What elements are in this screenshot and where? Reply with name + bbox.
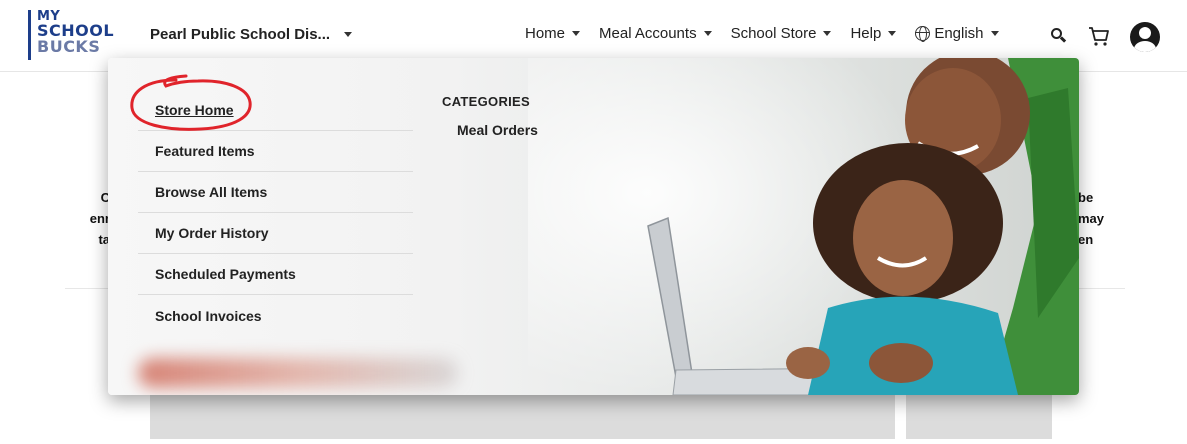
nav-meal-accounts[interactable]: Meal Accounts [599,25,712,42]
menu-school-invoices-label: School Invoices [155,307,262,324]
nav-help[interactable]: Help [850,25,897,42]
background-text-line: be [1078,190,1094,205]
chevron-down-icon [823,31,832,36]
logo-line-2: SCHOOL [37,21,115,40]
background-card [906,395,1052,439]
menu-featured-items-label: Featured Items [155,143,255,159]
nav-home[interactable]: Home [525,25,581,42]
background-text-line: en [1078,232,1094,247]
search-icon[interactable] [1051,28,1067,44]
district-selector[interactable]: Pearl Public School Dis... [150,26,353,43]
nav-school-store-label: School Store [730,25,817,42]
chevron-down-icon [344,32,353,37]
nav-help-label: Help [850,25,882,42]
category-meal-orders[interactable]: Meal Orders [457,122,538,138]
menu-scheduled-payments-label: Scheduled Payments [155,266,296,282]
store-menu: Store Home Featured Items Browse All Ite… [138,90,413,336]
nav-home-label: Home [525,25,566,42]
logo-line-3: BUCKS [37,37,101,56]
menu-browse-all-items-label: Browse All Items [155,184,268,200]
background-text-line: C [100,190,110,205]
background-card [150,395,895,439]
background-text-right: be may en [1078,187,1128,250]
logo-bar [28,10,31,60]
chevron-down-icon [572,31,581,36]
background-text-line: may [1078,211,1105,226]
nav-meal-accounts-label: Meal Accounts [599,25,697,42]
chevron-down-icon [888,31,897,36]
language-label: English [934,25,984,42]
menu-featured-items[interactable]: Featured Items [138,131,413,172]
menu-store-home[interactable]: Store Home [138,90,413,131]
background-text-line: ta [98,232,110,247]
categories-panel: CATEGORIES Meal Orders [442,94,538,138]
chevron-down-icon [990,31,999,36]
nav-school-store[interactable]: School Store [731,25,832,42]
cart-icon-svg [1089,27,1109,46]
menu-browse-all-items[interactable]: Browse All Items [138,172,413,213]
categories-title: CATEGORIES [442,94,530,109]
user-icon-body [1134,41,1156,52]
user-icon[interactable] [1130,22,1160,52]
school-store-dropdown: Store Home Featured Items Browse All Ite… [108,58,1079,395]
menu-school-invoices[interactable]: School Invoices [138,295,413,336]
district-label: Pearl Public School Dis... [150,26,331,43]
decorative-blur [138,358,458,388]
menu-my-order-history[interactable]: My Order History [138,213,413,254]
user-icon-head [1139,27,1151,39]
chevron-down-icon [703,31,712,36]
background-text-left: C enr ta [82,187,110,250]
cart-icon[interactable] [1088,25,1110,47]
language-selector[interactable]: English [915,25,999,42]
main-nav: Home Meal Accounts School Store Help Eng… [525,25,1018,42]
search-icon-handle [1059,36,1067,43]
myschoolbucks-logo[interactable]: MY SCHOOL BUCKS [28,10,128,62]
globe-icon [915,26,931,42]
menu-scheduled-payments[interactable]: Scheduled Payments [138,254,413,295]
menu-my-order-history-label: My Order History [155,225,269,241]
background-text-line: enr [89,211,110,226]
menu-store-home-label: Store Home [155,102,234,118]
